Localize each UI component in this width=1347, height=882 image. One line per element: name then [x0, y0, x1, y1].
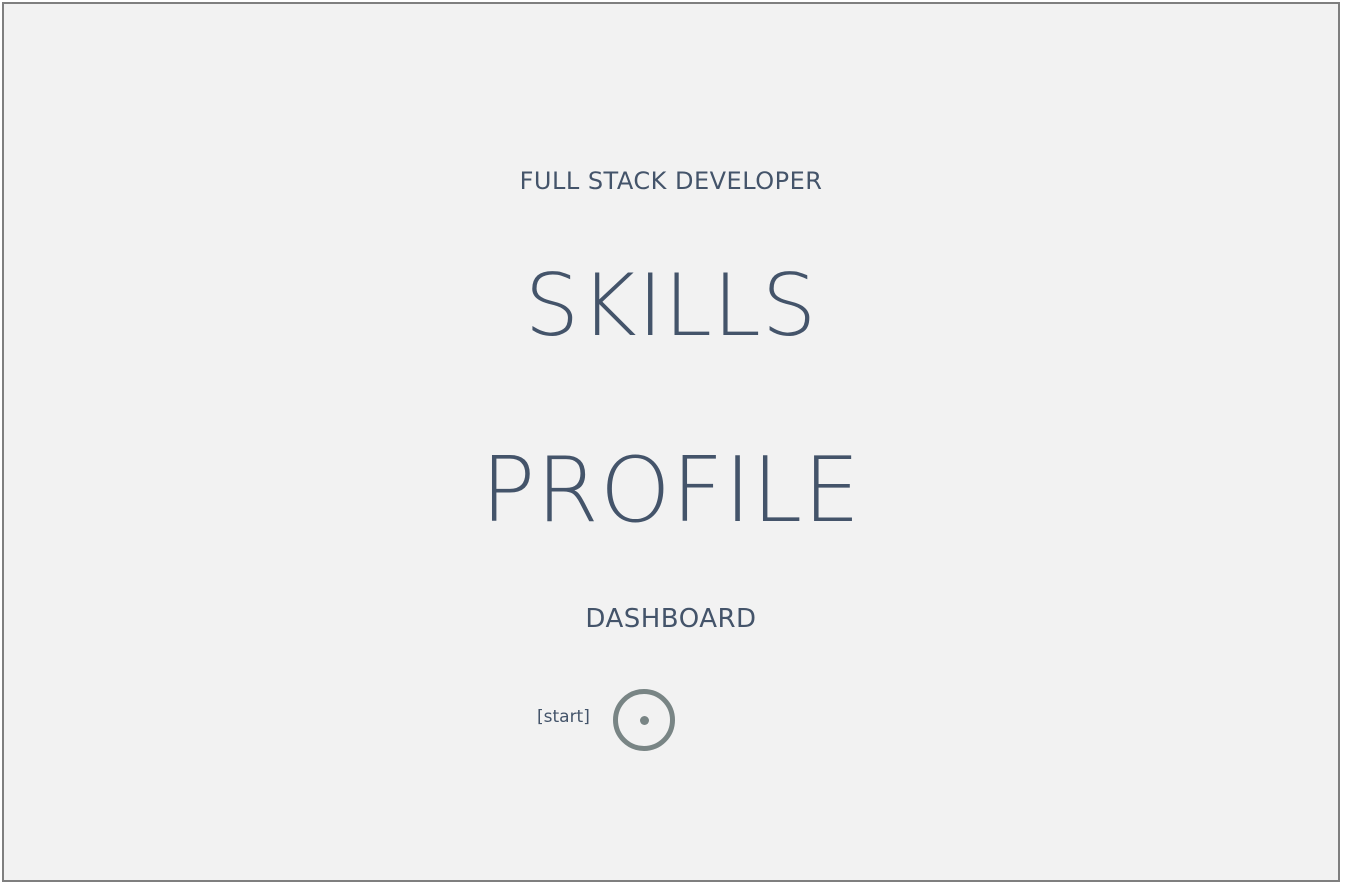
start-label: [start] — [537, 707, 590, 727]
subtitle: FULL STACK DEVELOPER — [519, 167, 823, 195]
start-button[interactable] — [613, 689, 675, 751]
tagline: DASHBOARD — [585, 604, 757, 634]
radio-target-icon — [639, 715, 649, 725]
title-line-2: PROFILE — [481, 438, 861, 543]
slide-frame: FULL STACK DEVELOPER SKILLS PROFILE DASH… — [2, 2, 1340, 882]
title-line-1: SKILLS — [524, 256, 818, 356]
